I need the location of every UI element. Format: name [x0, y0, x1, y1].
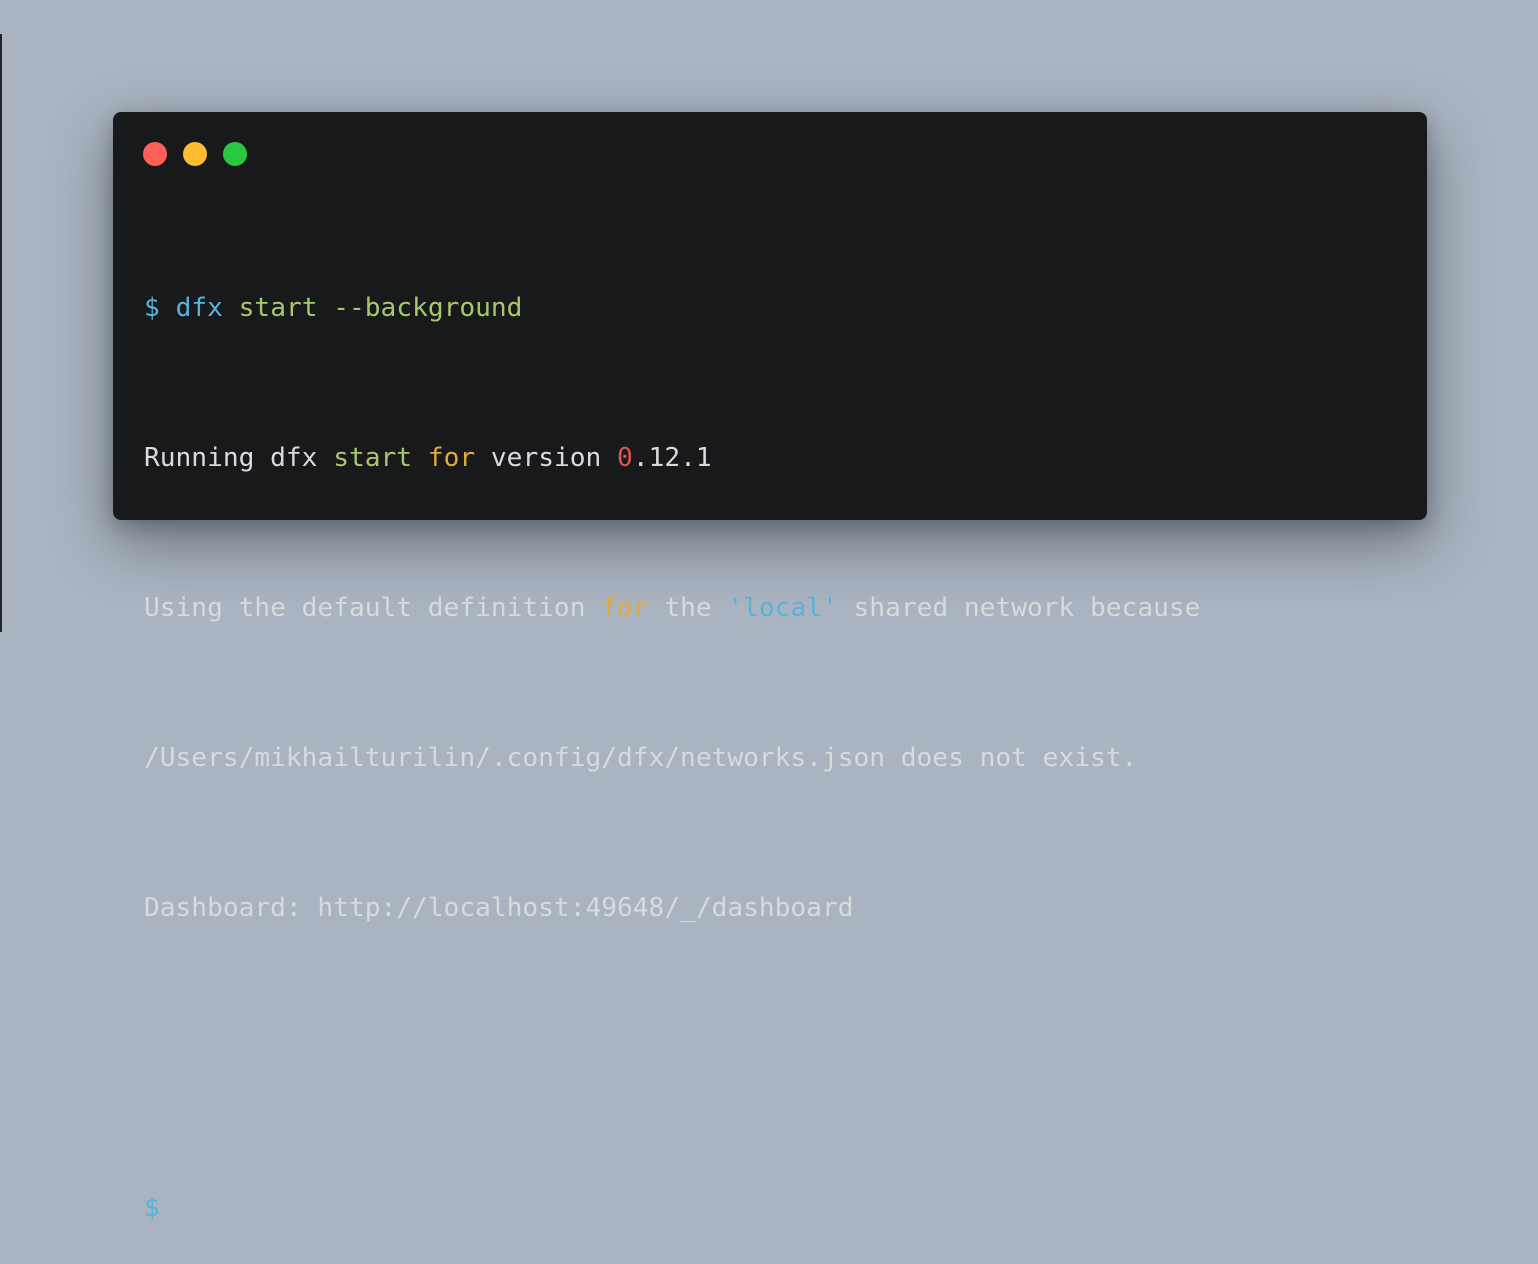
terminal-output[interactable]: $ dfx start --background Running dfx sta…: [144, 215, 1407, 1264]
prompt-symbol: $: [144, 1193, 160, 1223]
prompt-symbol: $: [144, 293, 160, 323]
output-text: Using the default definition: [144, 593, 602, 623]
close-button[interactable]: [143, 142, 167, 166]
output-line-running: Running dfx start for version 0.12.1: [144, 440, 1407, 478]
terminal-window[interactable]: $ dfx start --background Running dfx sta…: [113, 112, 1427, 1223]
highlight-for: for: [427, 443, 476, 473]
output-line-path: /Users/mikhailturilin/.config/dfx/networ…: [144, 743, 1138, 773]
output-text: version: [475, 443, 618, 473]
highlight-for: for: [601, 593, 649, 623]
output-text: the: [648, 593, 728, 623]
output-line-dashboard: Dashboard: http://localhost:49648/_/dash…: [144, 893, 854, 923]
output-text: Running dfx: [144, 443, 334, 473]
command-line: $ dfx start --background: [144, 290, 1407, 328]
highlight-start: start: [333, 443, 413, 473]
output-text: shared network because: [837, 593, 1201, 623]
maximize-button[interactable]: [223, 142, 247, 166]
command-name: dfx: [175, 293, 223, 323]
active-prompt-line[interactable]: $: [144, 1190, 1407, 1228]
command-args: start --background: [238, 293, 523, 323]
window-controls: [143, 142, 247, 166]
highlight-number: 0: [617, 443, 633, 473]
output-text: .12.1: [632, 443, 712, 473]
background-edge: [0, 34, 2, 632]
output-line-network: Using the default definition for the 'lo…: [144, 590, 1407, 628]
minimize-button[interactable]: [183, 142, 207, 166]
highlight-string: 'local': [727, 593, 838, 623]
